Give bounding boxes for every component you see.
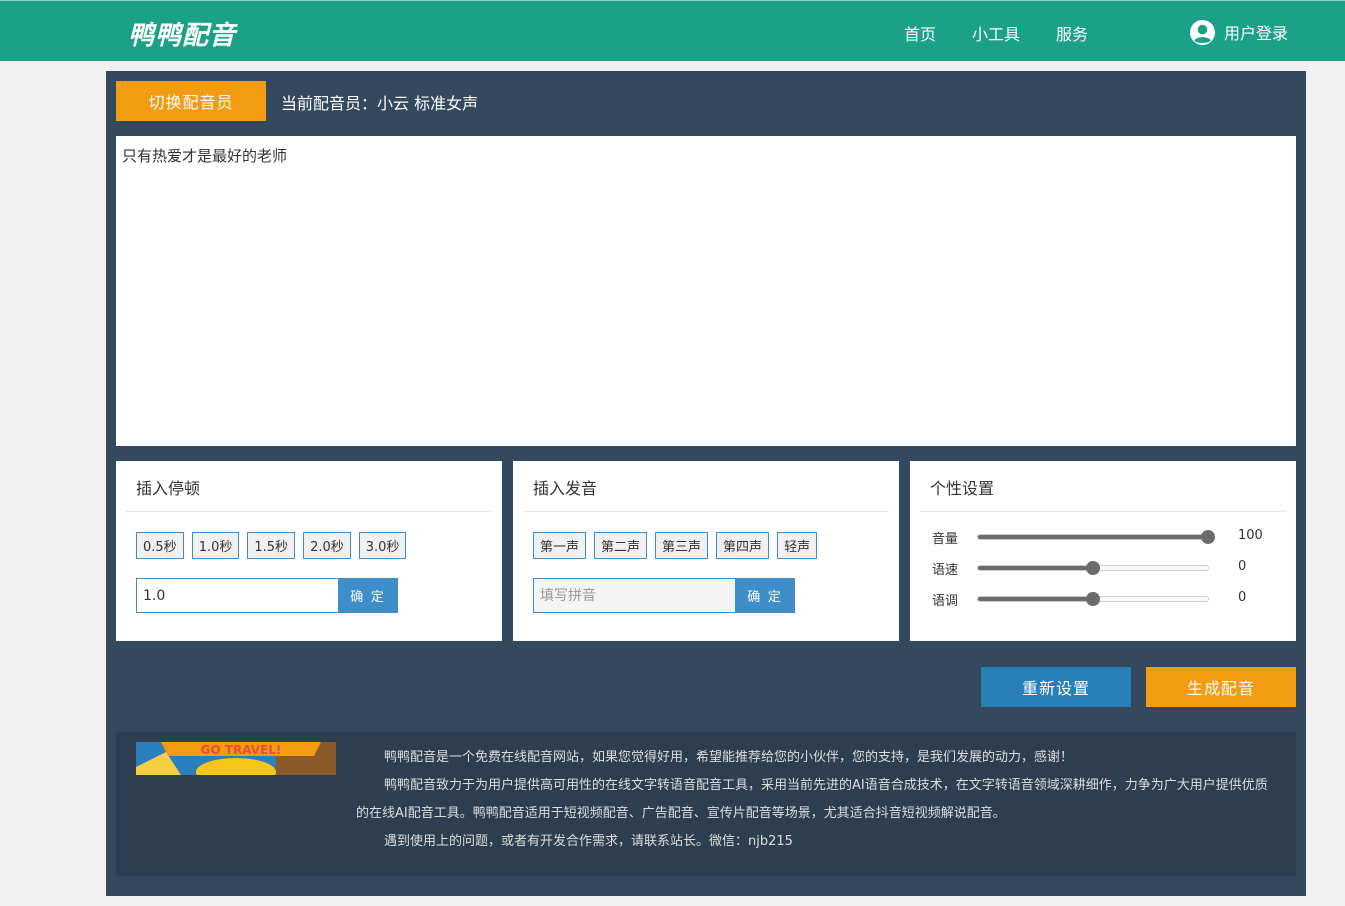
- banner-text: GO TRAVEL!: [201, 743, 282, 757]
- pause-tag-1-5[interactable]: 1.5秒: [247, 532, 296, 559]
- pitch-slider[interactable]: [977, 592, 1209, 606]
- pause-tag-3-0[interactable]: 3.0秒: [358, 532, 407, 559]
- speed-slider-row: 语速 0: [932, 558, 1292, 578]
- custom-settings-title: 个性设置: [930, 479, 995, 498]
- volume-value: 100: [1238, 528, 1263, 543]
- site-header: 鸭鸭配音 首页 小工具 服务 用户登录: [0, 0, 1345, 61]
- banner-graphic: GO TRAVEL!: [136, 742, 336, 775]
- nav-service[interactable]: 服务: [1056, 21, 1088, 45]
- tone-tag-third[interactable]: 第三声: [655, 532, 709, 559]
- volume-slider-handle[interactable]: [1201, 530, 1215, 544]
- promo-banner[interactable]: GO TRAVEL!: [136, 742, 336, 775]
- user-icon: [1189, 19, 1216, 45]
- current-voice-label: 当前配音员：小云 标准女声: [281, 94, 479, 113]
- tone-tag-first[interactable]: 第一声: [533, 532, 587, 559]
- pitch-label: 语调: [932, 594, 959, 609]
- insert-pronunciation-title: 插入发音: [533, 479, 598, 498]
- pause-tag-1-0[interactable]: 1.0秒: [191, 532, 240, 559]
- volume-label: 音量: [932, 532, 959, 547]
- tone-tag-second[interactable]: 第二声: [594, 532, 648, 559]
- pitch-slider-row: 语调 0: [932, 589, 1292, 609]
- site-logo[interactable]: 鸭鸭配音: [128, 15, 236, 52]
- info-text: 鸭鸭配音是一个免费在线配音网站，如果您觉得好用，希望能推荐给您的小伙伴，您的支持…: [356, 744, 1276, 856]
- insert-pause-card: 插入停顿 0.5秒 1.0秒 1.5秒 2.0秒 3.0秒 确 定: [116, 461, 502, 641]
- pause-input-row: 确 定: [136, 578, 398, 613]
- pinyin-input-row: 确 定: [533, 578, 795, 613]
- main-panel: 切换配音员 当前配音员：小云 标准女声 只有热爱才是最好的老师 插入停顿 0.5…: [106, 71, 1306, 896]
- tone-tags: 第一声 第二声 第三声 第四声 轻声: [533, 532, 825, 559]
- pitch-slider-handle[interactable]: [1086, 592, 1100, 606]
- custom-settings-card: 个性设置 音量 100 语速 0 语调 0: [910, 461, 1296, 641]
- pause-confirm-button[interactable]: 确 定: [338, 578, 398, 613]
- slider-fill: [978, 597, 1093, 601]
- switch-voice-button[interactable]: 切换配音员: [116, 81, 266, 121]
- nav-tools[interactable]: 小工具: [972, 21, 1020, 45]
- divider: [126, 511, 492, 512]
- login-label: 用户登录: [1224, 24, 1289, 43]
- login-link[interactable]: 用户登录: [1189, 18, 1288, 46]
- pause-tag-2-0[interactable]: 2.0秒: [303, 532, 351, 559]
- nav-home[interactable]: 首页: [904, 21, 936, 45]
- pinyin-confirm-button[interactable]: 确 定: [735, 578, 795, 613]
- speed-label: 语速: [932, 563, 959, 578]
- generate-button[interactable]: 生成配音: [1146, 667, 1296, 707]
- info-line-contact: 遇到使用上的问题，或者有开发合作需求，请联系站长。微信：njb215: [384, 834, 793, 849]
- speed-value: 0: [1238, 559, 1247, 574]
- pinyin-input[interactable]: [533, 578, 735, 613]
- reset-button[interactable]: 重新设置: [981, 667, 1131, 707]
- divider: [523, 511, 889, 512]
- insert-pronunciation-card: 插入发音 第一声 第二声 第三声 第四声 轻声 确 定: [513, 461, 899, 641]
- tone-tag-neutral[interactable]: 轻声: [777, 532, 818, 559]
- speed-slider[interactable]: [977, 561, 1209, 575]
- info-section: GO TRAVEL! 鸭鸭配音是一个免费在线配音网站，如果您觉得好用，希望能推荐…: [116, 732, 1296, 876]
- info-line-intro: 鸭鸭配音是一个免费在线配音网站，如果您觉得好用，希望能推荐给您的小伙伴，您的支持…: [384, 750, 1074, 765]
- pause-tag-0-5[interactable]: 0.5秒: [136, 532, 184, 559]
- pause-tags: 0.5秒 1.0秒 1.5秒 2.0秒 3.0秒: [136, 532, 414, 559]
- pause-duration-input[interactable]: [136, 578, 338, 613]
- volume-slider[interactable]: [977, 530, 1215, 544]
- slider-fill: [978, 566, 1093, 570]
- insert-pause-title: 插入停顿: [136, 479, 201, 498]
- speed-slider-handle[interactable]: [1086, 561, 1100, 575]
- pitch-value: 0: [1238, 590, 1247, 605]
- tone-tag-fourth[interactable]: 第四声: [716, 532, 770, 559]
- info-line-description: 鸭鸭配音致力于为用户提供高可用性的在线文字转语音配音工具，采用当前先进的AI语音…: [356, 778, 1268, 821]
- volume-slider-row: 音量 100: [932, 527, 1292, 547]
- slider-fill: [978, 535, 1208, 539]
- text-editor[interactable]: 只有热爱才是最好的老师: [116, 136, 1296, 446]
- divider: [920, 511, 1286, 512]
